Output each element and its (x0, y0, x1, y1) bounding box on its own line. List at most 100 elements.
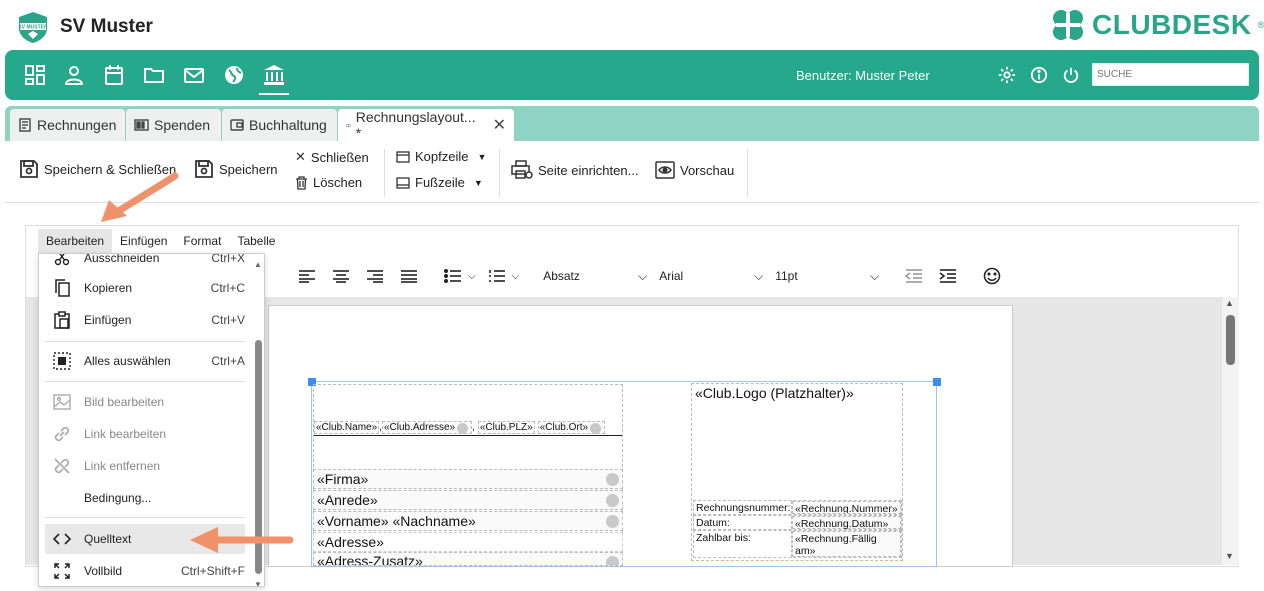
menu-item-label: Kopieren (84, 281, 133, 295)
preview-button[interactable]: Vorschau (655, 161, 734, 179)
save-button[interactable]: Speichern (194, 159, 278, 179)
placeholder-club-logo[interactable]: «Club.Logo (Platzhalter)» (695, 385, 854, 401)
bank-icon[interactable] (262, 63, 286, 87)
brand-logo: CLUBDESK ® (1050, 8, 1264, 42)
gear-icon[interactable] (606, 556, 619, 565)
dashboard-icon[interactable] (23, 63, 47, 87)
menu-item-ausschneiden[interactable]: Ausschneiden Ctrl+X (45, 253, 245, 273)
indent-icon[interactable] (939, 269, 957, 283)
placeholder-club-ort[interactable]: «Club.Ort» (537, 421, 606, 434)
resize-handle[interactable] (933, 378, 941, 386)
bullet-list-icon[interactable] (444, 269, 462, 283)
footer-icon (396, 176, 410, 189)
gear-icon[interactable] (995, 63, 1019, 87)
field-adress-zusatz[interactable]: «Adress-Zusatz» (313, 552, 623, 566)
scroll-up-icon[interactable]: ▲ (1225, 298, 1234, 308)
sender-line[interactable]: «Club.Name», «Club.Adresse», «Club.PLZ» … (314, 420, 622, 436)
gear-icon[interactable] (606, 473, 619, 486)
header-button[interactable]: Kopfzeile ▼ (396, 149, 486, 164)
search-input[interactable] (1092, 63, 1249, 86)
emoji-icon[interactable] (983, 267, 1001, 285)
align-center-icon[interactable] (332, 269, 350, 283)
editor-scrollbar[interactable]: ▲ ▼ (1222, 297, 1239, 565)
user-label[interactable]: Benutzer: Muster Peter (796, 68, 930, 83)
field-text: «Adress-Zusatz» (317, 553, 423, 566)
delete-label: Löschen (313, 175, 363, 190)
outdent-icon[interactable] (905, 269, 923, 283)
block-format-select[interactable]: Absatz ⌵ (543, 269, 647, 284)
scroll-down-icon[interactable]: ▼ (1225, 551, 1234, 561)
field-firma[interactable]: «Firma» (313, 469, 623, 489)
menu-item-link-entfernen[interactable]: Link entfernen (45, 451, 245, 481)
close-button[interactable]: ✕ Schließen (295, 149, 369, 165)
chevron-down-icon: ▼ (477, 151, 487, 162)
menu-bearbeiten[interactable]: Bearbeiten (38, 229, 113, 253)
folder-icon[interactable] (142, 63, 166, 87)
save-close-button[interactable]: Speichern & Schließen (19, 159, 176, 179)
select-all-icon (52, 351, 72, 371)
person-icon[interactable] (62, 63, 86, 87)
align-justify-icon[interactable] (400, 269, 418, 283)
menu-format[interactable]: Format (175, 229, 229, 253)
chevron-down-icon[interactable]: ⌵ (468, 271, 476, 282)
tab-rechnungen[interactable]: Rechnungen (10, 109, 125, 141)
align-left-icon[interactable] (298, 269, 316, 283)
gear-icon[interactable] (606, 494, 619, 507)
menu-item-quelltext[interactable]: Quelltext (45, 524, 245, 554)
menu-item-label: Ausschneiden (84, 253, 160, 265)
field-text: «Anrede» (317, 492, 378, 508)
font-family-select[interactable]: Arial ⌵ (659, 269, 763, 284)
delete-button[interactable]: Löschen (295, 175, 362, 190)
menu-item-einfuegen[interactable]: Einfügen Ctrl+V (45, 305, 245, 335)
power-icon[interactable] (1059, 63, 1083, 87)
chevron-down-icon[interactable]: ⌵ (512, 271, 520, 282)
tab-rechnungslayout[interactable]: Rechnungslayout... * ✕ (338, 109, 514, 141)
info-icon[interactable] (1027, 63, 1051, 87)
menu-item-kopieren[interactable]: Kopieren Ctrl+C (45, 273, 245, 303)
table-row: Zahlbar bis: «Rechnung.Fällig am» (693, 530, 902, 558)
donation-icon (134, 119, 149, 131)
numbered-list-icon[interactable] (488, 269, 506, 283)
tab-spenden[interactable]: Spenden (126, 109, 221, 141)
scrollbar-thumb[interactable] (255, 340, 262, 574)
gear-icon[interactable] (606, 515, 619, 528)
font-size-select[interactable]: 11pt ⌵ (775, 269, 879, 284)
info-label: Zahlbar bis: (694, 531, 792, 557)
footer-button[interactable]: Fußzeile ▼ (396, 175, 483, 190)
menu-item-vollbild[interactable]: Vollbild Ctrl+Shift+F (45, 556, 245, 586)
field-anrede[interactable]: «Anrede» (313, 490, 623, 510)
scrollbar-thumb[interactable] (1226, 315, 1235, 365)
menu-einfuegen[interactable]: Einfügen (112, 229, 175, 253)
close-tab-icon[interactable]: ✕ (493, 115, 506, 135)
info-value[interactable]: «Rechnung.Nummer» (792, 501, 901, 514)
mail-icon[interactable] (182, 63, 206, 87)
calendar-icon[interactable] (102, 63, 126, 87)
ledger-icon (230, 119, 244, 131)
page-setup-button[interactable]: Seite einrichten... (511, 160, 638, 180)
tab-buchhaltung[interactable]: Buchhaltung (222, 109, 337, 141)
scroll-up-icon[interactable]: ▲ (254, 260, 262, 269)
info-value[interactable]: «Rechnung.Fällig am» (792, 531, 901, 557)
menu-tabelle[interactable]: Tabelle (229, 229, 283, 253)
info-value[interactable]: «Rechnung.Datum» (792, 516, 901, 530)
tab-label: Spenden (154, 117, 211, 133)
placeholder-club-name[interactable]: «Club.Name» (314, 421, 380, 434)
align-right-icon[interactable] (366, 269, 384, 283)
menu-item-bild-bearbeiten[interactable]: Bild bearbeiten (45, 387, 245, 417)
scroll-down-icon[interactable]: ▼ (254, 580, 262, 586)
menu-item-shortcut: Ctrl+Shift+F (180, 564, 245, 578)
menu-item-bedingung[interactable]: Bedingung... (45, 483, 245, 513)
font-size-value: 11pt (775, 268, 798, 283)
field-adresse[interactable]: «Adresse» (313, 532, 623, 552)
placeholder-club-adresse[interactable]: «Club.Adresse» (381, 421, 473, 434)
link-icon (52, 424, 72, 444)
globe-icon[interactable] (222, 63, 246, 87)
field-name[interactable]: «Vorname» «Nachname» (313, 511, 623, 531)
menu-scrollbar[interactable]: ▲ ▼ (254, 260, 264, 586)
menu-item-link-bearbeiten[interactable]: Link bearbeiten (45, 419, 245, 449)
gear-icon[interactable] (457, 423, 469, 434)
placeholder-club-plz[interactable]: «Club.PLZ» (477, 421, 535, 434)
menu-item-alles-auswaehlen[interactable]: Alles auswählen Ctrl+A (45, 346, 245, 376)
menu-separator (45, 517, 245, 518)
gear-icon[interactable] (590, 423, 602, 434)
